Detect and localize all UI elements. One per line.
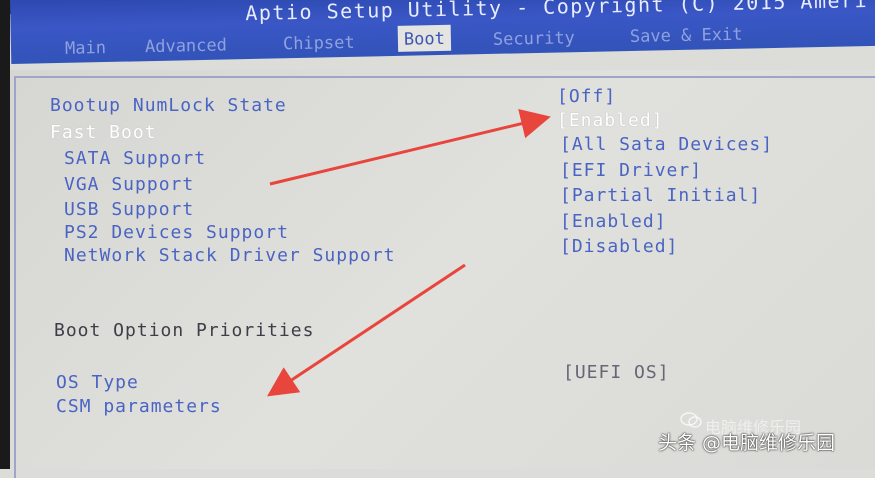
watermark-main: 头条 @电脑维修乐园 (658, 432, 836, 454)
arrow-to-csm-parameters (266, 263, 466, 397)
chat-bubble-icon (680, 412, 702, 428)
annotation-arrows (266, 109, 551, 397)
arrow-to-fast-boot-value (269, 109, 551, 186)
